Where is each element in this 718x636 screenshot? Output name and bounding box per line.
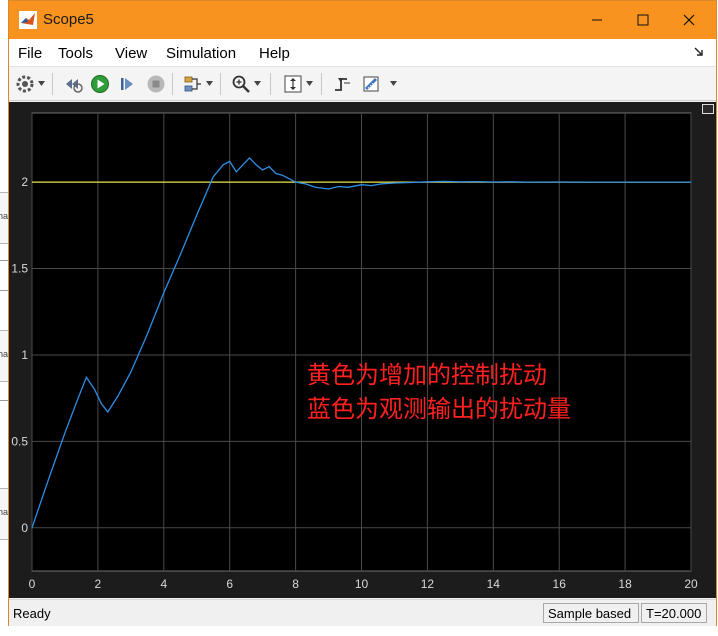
x-tick-label: 6 [226, 577, 233, 591]
minimize-button[interactable] [574, 1, 620, 39]
x-tick-label: 14 [487, 577, 501, 591]
close-button[interactable] [666, 1, 712, 39]
maximize-icon [637, 14, 649, 26]
x-tick-label: 4 [160, 577, 167, 591]
run-icon[interactable] [90, 74, 110, 94]
y-tick-label: 2 [21, 175, 28, 189]
x-tick-label: 10 [355, 577, 369, 591]
menu-simulation[interactable]: Simulation [166, 45, 236, 62]
annotation-line-2: 蓝色为观测输出的扰动量 [307, 395, 571, 423]
zoom-icon[interactable] [231, 74, 251, 94]
status-bar: Ready Sample based T=20.000 [9, 599, 716, 626]
measure-icon[interactable] [361, 74, 381, 94]
minimize-icon [592, 19, 602, 21]
menu-help[interactable]: Help [259, 45, 290, 62]
chevron-down-icon[interactable] [390, 81, 397, 86]
y-tick-label: 1.5 [11, 262, 28, 276]
chevron-down-icon[interactable] [306, 81, 313, 86]
toolbar-separator [270, 73, 271, 95]
x-tick-label: 8 [292, 577, 299, 591]
status-sim-time: T=20.000 [641, 603, 707, 623]
close-icon [683, 14, 695, 26]
window-title: Scope5 [43, 11, 94, 28]
maximize-button[interactable] [620, 1, 666, 39]
toolbar-separator [172, 73, 173, 95]
autoscale-icon[interactable] [283, 74, 303, 94]
axes-restore-button[interactable] [702, 104, 714, 114]
scope-window: Scope5 File Tools View Simulation Help 0… [8, 0, 717, 626]
menu-bar: File Tools View Simulation Help [9, 39, 716, 67]
menu-tools[interactable]: Tools [58, 45, 93, 62]
scope-plot-area[interactable]: 0 2 4 6 8 10 12 14 16 18 20 0 0.5 1 1.5 2 黄色为增加的控制扰动 蓝色… [9, 102, 716, 598]
chevron-down-icon[interactable] [254, 81, 261, 86]
x-tick-label: 16 [553, 577, 567, 591]
toolbar-separator [321, 73, 322, 95]
gear-icon[interactable] [15, 74, 35, 94]
menu-file[interactable]: File [18, 45, 42, 62]
title-bar[interactable]: Scope5 [9, 1, 716, 39]
toolbar-separator [220, 73, 221, 95]
y-tick-label: 0.5 [11, 434, 28, 448]
x-tick-label: 2 [95, 577, 102, 591]
background-desktop-bottom [0, 626, 718, 636]
trigger-icon[interactable] [332, 74, 352, 94]
stop-icon[interactable] [146, 74, 166, 94]
annotation-line-1: 黄色为增加的控制扰动 [307, 361, 547, 389]
x-tick-label: 18 [618, 577, 632, 591]
y-tick-label: 1 [21, 348, 28, 362]
matlab-logo-icon [19, 11, 37, 29]
chevron-down-icon[interactable] [38, 81, 45, 86]
x-tick-label: 20 [684, 577, 698, 591]
step-forward-icon[interactable] [118, 74, 138, 94]
x-tick-label: 12 [421, 577, 435, 591]
x-tick-label: 0 [29, 577, 36, 591]
pin-icon[interactable] [694, 47, 704, 57]
restore-sim-icon[interactable] [63, 74, 83, 94]
y-tick-label: 0 [21, 521, 28, 535]
menu-view[interactable]: View [115, 45, 147, 62]
toolbar [9, 67, 716, 101]
chevron-down-icon[interactable] [206, 81, 213, 86]
scope-chart[interactable]: 0 2 4 6 8 10 12 14 16 18 20 0 0.5 1 1.5 2 [9, 102, 716, 598]
toolbar-separator [52, 73, 53, 95]
status-ready: Ready [13, 606, 51, 621]
status-sample-mode: Sample based [543, 603, 639, 623]
signal-highlight-icon[interactable] [183, 74, 203, 94]
